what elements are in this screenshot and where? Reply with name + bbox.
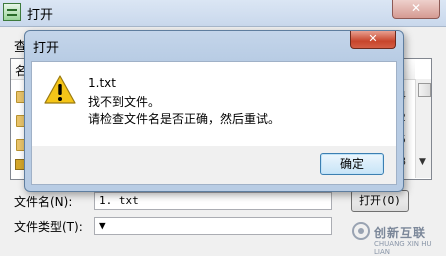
close-button[interactable]: ✕	[350, 31, 396, 49]
message-hint: 请检查文件名是否正确，然后重试。	[88, 112, 281, 126]
message-filename: 1.txt	[88, 76, 116, 90]
app-icon	[3, 3, 21, 21]
vertical-scrollbar[interactable]: ▼	[415, 79, 431, 178]
filetype-select[interactable]: ▼	[94, 217, 332, 235]
bg-window-title: 打开	[27, 8, 54, 23]
watermark-subtext: CHUANG XIN HU LIAN	[374, 240, 432, 256]
watermark-text: 创新互联	[374, 226, 427, 240]
message-box-title: 打开	[33, 41, 60, 56]
message-box-body: 1.txt 找不到文件。 请检查文件名是否正确，然后重试。 确定	[31, 61, 397, 185]
warning-icon	[44, 75, 76, 104]
filename-value: 1. txt	[99, 194, 139, 207]
chevron-down-icon[interactable]: ▼	[99, 219, 328, 232]
filetype-label: 文件类型(T):	[14, 220, 83, 234]
filename-input[interactable]: 1. txt	[94, 192, 332, 210]
bg-close-button[interactable]: ✕	[392, 0, 440, 19]
message-not-found: 找不到文件。	[88, 95, 161, 109]
open-button[interactable]: 打开(O)	[351, 190, 409, 212]
scrollbar-thumb[interactable]	[418, 83, 431, 97]
watermark-logo-icon	[352, 222, 370, 240]
bg-title-bar: 打开 ✕	[0, 0, 446, 27]
message-area: 1.txt 找不到文件。 请检查文件名是否正确，然后重试。	[32, 62, 396, 146]
scroll-down-arrow-icon[interactable]: ▼	[419, 157, 426, 167]
error-message-box: 打开 ✕ 1.txt 找不到文件。 请检查文件名是否正确，然后重试。 确定	[24, 30, 404, 192]
filename-label: 文件名(N):	[14, 195, 73, 209]
ok-button[interactable]: 确定	[320, 153, 384, 175]
